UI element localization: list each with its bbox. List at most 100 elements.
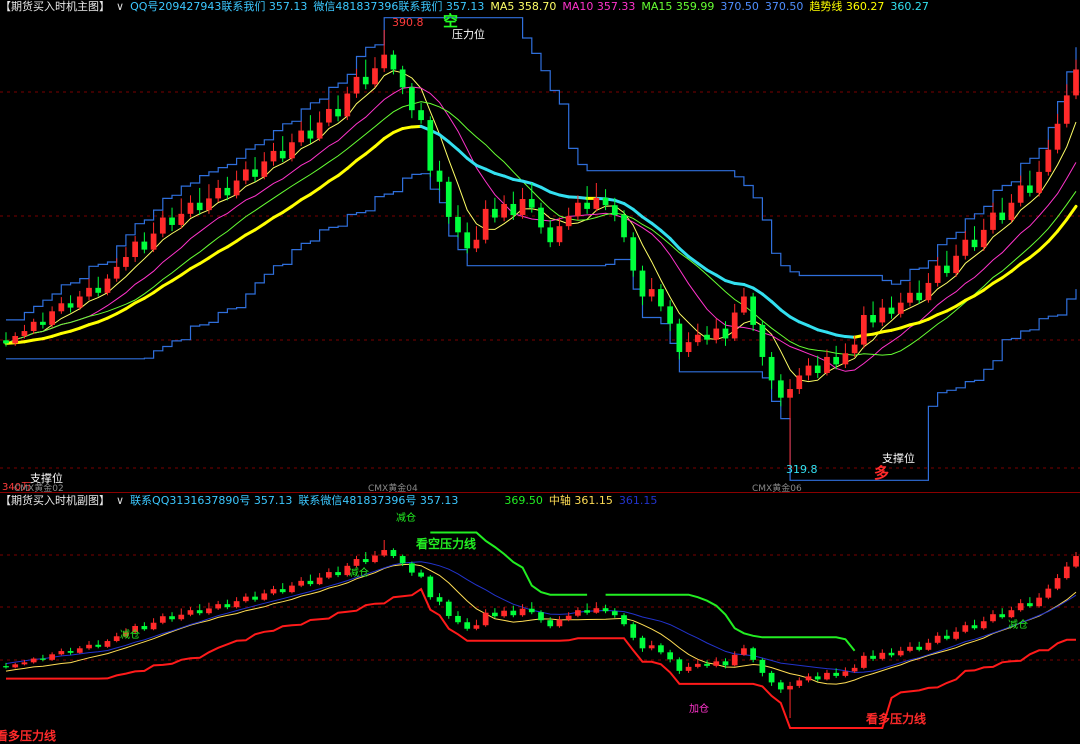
reduce-position-label-3: 减仓 xyxy=(396,511,416,524)
sub-candle-body xyxy=(750,648,757,660)
sub-candle-body xyxy=(676,659,683,671)
sub-candle-body xyxy=(796,680,803,686)
sub-candle-body xyxy=(621,615,627,625)
main-candle-body xyxy=(215,187,222,199)
main-candle-body xyxy=(842,353,849,365)
main-candle-body xyxy=(344,93,351,117)
main-candle-body xyxy=(261,161,268,177)
main-candle-body xyxy=(95,287,102,293)
trend-line-segment xyxy=(779,308,792,319)
sub-candle-body xyxy=(418,572,424,577)
sub-candle-body xyxy=(492,612,498,617)
main-candle-body xyxy=(1027,185,1033,193)
main-candle-body xyxy=(777,380,784,398)
main-candle-body xyxy=(768,356,775,381)
trend-line-segment xyxy=(207,250,220,260)
main-candle-body xyxy=(123,257,129,267)
sub-candle-body xyxy=(233,601,240,608)
main-candle-body xyxy=(427,120,434,171)
main-candle-body xyxy=(40,321,46,325)
trend-line-segment xyxy=(696,261,709,272)
sub-candle-body xyxy=(316,577,323,585)
sub-candle-body xyxy=(95,644,102,647)
reduce-position-label-4: 减仓 xyxy=(1008,618,1028,631)
main-candle-body xyxy=(12,335,19,344)
trend-line-segment xyxy=(299,192,312,202)
main-candle-body xyxy=(233,180,240,196)
trend-line-segment xyxy=(622,202,635,211)
trend-line-segment xyxy=(668,237,681,250)
sub-candle-body xyxy=(944,635,950,639)
main-candle-body xyxy=(565,216,572,227)
main-candle-body xyxy=(575,202,581,217)
main-candle-body xyxy=(196,202,203,211)
main-candle-body xyxy=(953,255,959,274)
sub-candle-body xyxy=(584,610,590,613)
sub-candle-body xyxy=(30,658,37,663)
sub-candle-body xyxy=(833,672,840,676)
sub-candle-body xyxy=(215,604,222,609)
sub-candle-body xyxy=(860,655,867,668)
trend-line-segment xyxy=(1009,262,1023,273)
sub-candle-body xyxy=(12,664,19,668)
sub-candle-body xyxy=(611,611,618,616)
trend-line-segment xyxy=(963,294,977,302)
sub-candle-body xyxy=(473,625,480,629)
sub-candle-body xyxy=(390,550,397,557)
sub-candle-body xyxy=(242,596,249,602)
high-price-label: 390.8 xyxy=(392,16,424,29)
sub-candle-body xyxy=(455,615,461,623)
sub-candle-body xyxy=(510,610,517,616)
sub-candle-body xyxy=(381,550,388,556)
add-position-label: 加仓 xyxy=(689,702,709,715)
trend-line-segment xyxy=(105,312,119,320)
trend-line-segment xyxy=(272,210,285,220)
main-candle-body xyxy=(741,296,747,313)
main-candle-body xyxy=(104,278,111,293)
main-candle-body xyxy=(851,344,858,354)
sub-long-pressure-label-left: 看多压力线 xyxy=(0,728,56,743)
sub-candle-body xyxy=(67,651,74,653)
main-candle-body xyxy=(473,239,480,249)
trend-line-segment xyxy=(170,273,183,283)
main-candle-body xyxy=(556,226,563,243)
main-candle-body xyxy=(990,212,996,230)
trend-line-segment xyxy=(677,246,691,259)
trend-line-segment xyxy=(152,284,165,295)
main-candle-body xyxy=(916,292,923,301)
sub-candle-body xyxy=(528,608,535,613)
sub-candle-body xyxy=(445,601,452,616)
main-candle-body xyxy=(667,306,673,324)
main-candle-body xyxy=(445,181,452,217)
sub-candle-body xyxy=(1045,588,1052,598)
main-candle-body xyxy=(49,311,55,325)
sub-candle-body xyxy=(888,652,895,656)
reduce-position-label-2: 减仓 xyxy=(349,566,369,579)
sub-candle-body xyxy=(519,608,526,616)
main-candle-body xyxy=(1017,185,1024,203)
sub-candle-body xyxy=(907,646,913,651)
main-candle-body xyxy=(611,205,618,216)
main-candle-body xyxy=(316,122,323,139)
trend-line-segment xyxy=(198,256,211,266)
trend-line-segment xyxy=(1046,229,1060,243)
main-candle-body xyxy=(325,108,332,123)
sub-candle-body xyxy=(602,608,609,612)
trend-line-segment xyxy=(216,245,229,254)
trend-line-segment xyxy=(1000,269,1013,280)
trend-line-segment xyxy=(770,300,783,312)
main-candle-body xyxy=(86,287,92,297)
trend-line-segment xyxy=(456,148,469,160)
sub-candle-body xyxy=(824,672,830,680)
main-candle-body xyxy=(409,87,415,111)
sub-candle-body xyxy=(787,685,793,690)
candlestick-chart[interactable]: 390.8 空 压力位 支撑位 340万 CMX黄金02 CMX黄金04 CMX… xyxy=(0,0,1080,744)
sub-candle-body xyxy=(814,676,821,680)
trend-line-segment xyxy=(714,273,727,283)
sub-candle-body xyxy=(289,585,295,593)
sub-candle-body xyxy=(353,559,360,566)
sub-candle-body xyxy=(1017,603,1024,611)
main-candle-body xyxy=(298,130,305,143)
trend-line-segment xyxy=(391,127,405,134)
trend-line-segment xyxy=(751,286,764,296)
